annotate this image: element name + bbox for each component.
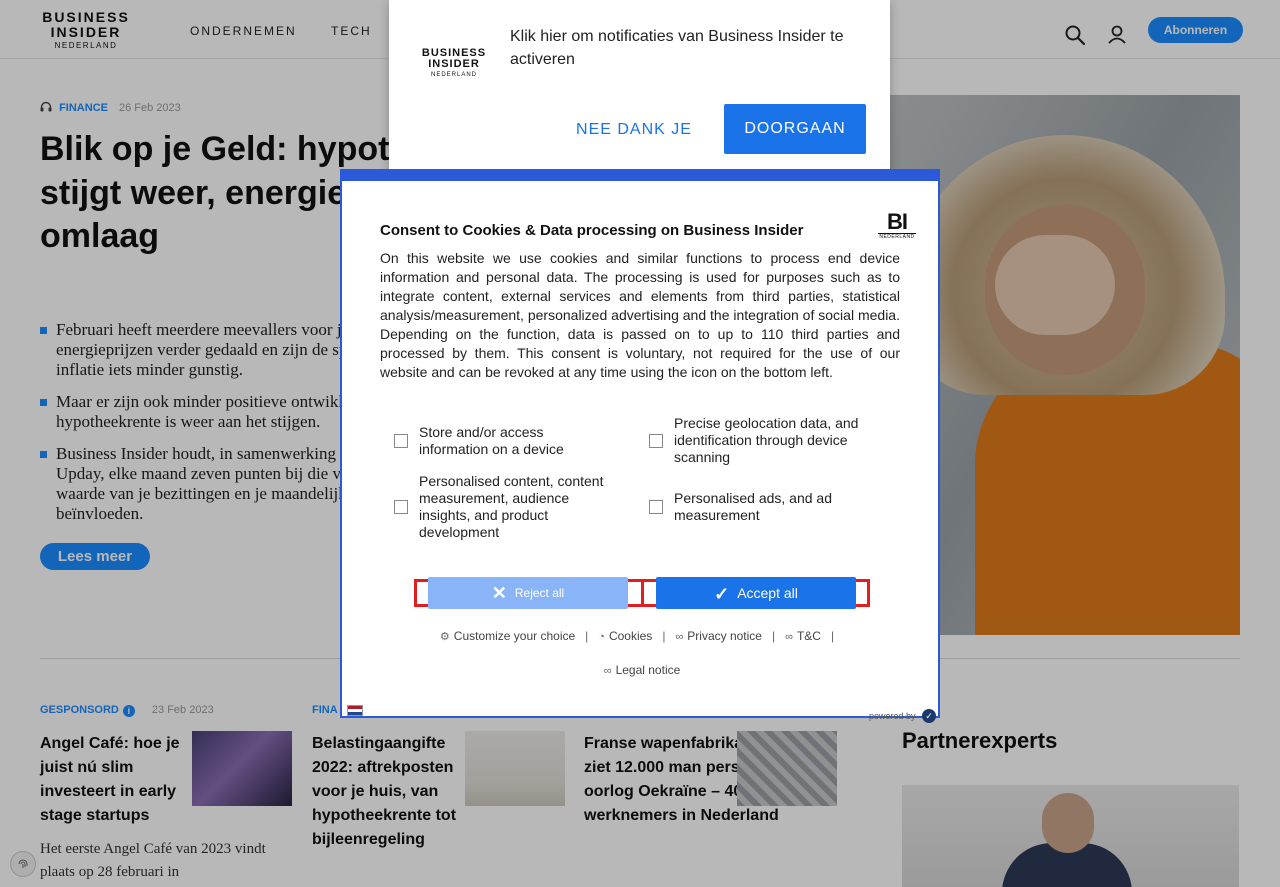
link-icon: ∞ (785, 631, 793, 643)
notification-logo: BUSINESS INSIDER NEDERLAND (419, 48, 489, 79)
accept-all-button[interactable]: ✓ Accept all (656, 577, 856, 609)
powered-by-label: powered by (869, 711, 916, 721)
reject-all-label: Reject all (514, 586, 565, 600)
consent-checkbox[interactable] (394, 500, 408, 514)
consent-logo-sub: NEDERLAND (878, 233, 916, 240)
consent-option-label: Personalised content, content measuremen… (419, 473, 604, 540)
terms-label: T&C (796, 629, 821, 643)
terms-link[interactable]: ∞ T&C (785, 629, 821, 643)
close-icon: ✕ (491, 583, 507, 603)
consent-dialog: Consent to Cookies & Data processing on … (340, 169, 942, 723)
consent-checkbox[interactable] (649, 500, 663, 514)
link-icon: ∞ (603, 665, 612, 677)
cookie-icon: ◔ (598, 631, 605, 643)
consent-option-label: Personalised ads, and ad measurement (674, 490, 832, 523)
link-icon: ∞ (675, 631, 684, 643)
legal-notice-label: Legal notice (615, 663, 681, 677)
legal-notice-link[interactable]: ∞ Legal notice (342, 663, 942, 677)
customize-choice-label: Customize your choice (453, 629, 576, 643)
notification-text: Klik hier om notificaties van Business I… (510, 28, 844, 68)
consent-body: On this website we use cookies and simil… (380, 250, 900, 380)
usercentrics-icon[interactable]: ✓ (922, 709, 936, 723)
checkmark-icon: ✓ (714, 584, 730, 604)
notification-decline-button[interactable]: NEE DANK JE (569, 117, 699, 143)
language-flag-icon[interactable] (347, 705, 363, 716)
consent-logo-main: BI (887, 209, 908, 234)
accept-all-label: Accept all (737, 585, 798, 601)
consent-option-label: Store and/or access information on a dev… (419, 424, 564, 457)
privacy-notice-link[interactable]: ∞ Privacy notice (675, 629, 762, 643)
consent-links: ⚙ Customize your choice | ◔ Cookies | ∞ Privacy… (439, 629, 835, 643)
consent-title: Consent to Cookies & Data processing on … (380, 222, 804, 239)
notification-logo-line-2: INSIDER (428, 58, 480, 70)
notification-prompt: BUSINESS INSIDER NEDERLAND Klik hier om … (389, 0, 890, 178)
consent-checkbox[interactable] (649, 434, 663, 448)
cookies-link[interactable]: ◔ Cookies (598, 629, 652, 643)
privacy-notice-label: Privacy notice (687, 629, 762, 643)
notification-logo-line-3: NEDERLAND (430, 72, 477, 78)
reject-all-button[interactable]: ✕ Reject all (428, 577, 628, 609)
consent-option-label: Precise geolocation data, and identifica… (674, 415, 859, 465)
gear-icon: ⚙ (439, 631, 450, 643)
consent-checkbox[interactable] (394, 434, 408, 448)
consent-logo: BI NEDERLAND (878, 211, 916, 240)
customize-choice-link[interactable]: ⚙ Customize your choice (440, 629, 575, 643)
cookies-label: Cookies (608, 629, 653, 643)
notification-accept-button[interactable]: DOORGAAN (724, 104, 866, 154)
